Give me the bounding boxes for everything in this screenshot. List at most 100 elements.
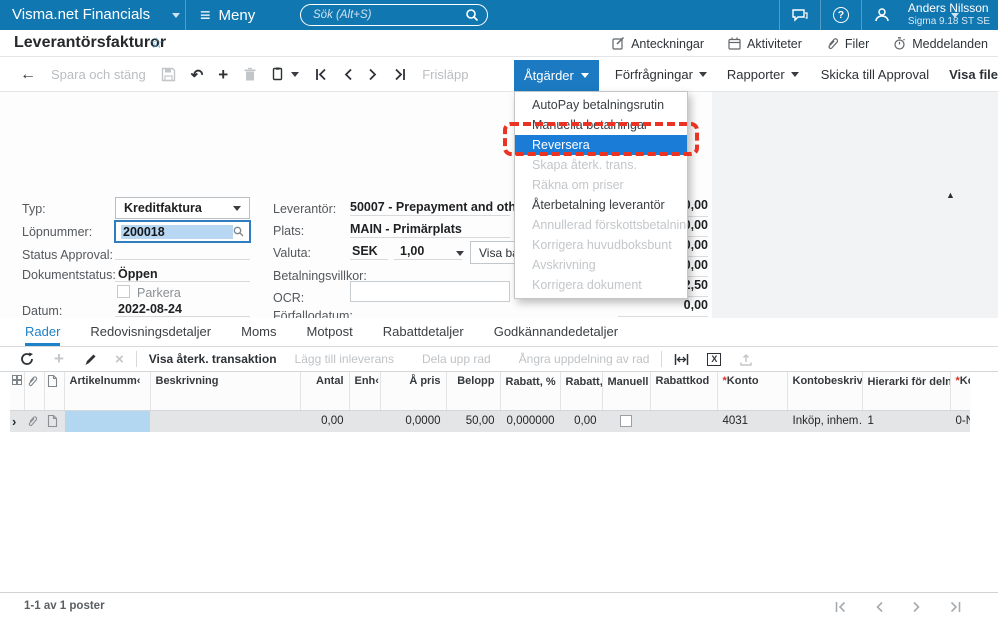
tab-rader[interactable]: Rader bbox=[25, 318, 60, 346]
page-last-icon[interactable] bbox=[949, 601, 962, 613]
collapse-chevron-icon[interactable]: ▲ bbox=[946, 190, 955, 200]
release-button[interactable]: Frisläpp bbox=[422, 67, 468, 82]
cell-artikelnummer[interactable] bbox=[64, 410, 150, 432]
menu-item-rakna-om-priser[interactable]: Räkna om priser bbox=[515, 175, 687, 195]
cell-manuell-rabatt[interactable] bbox=[602, 410, 650, 432]
user-chevron-down-icon[interactable] bbox=[951, 13, 959, 18]
lookup-magnifier-icon[interactable] bbox=[233, 226, 244, 237]
manuell-rabatt-checkbox[interactable] bbox=[620, 415, 632, 427]
go-next-icon[interactable] bbox=[368, 68, 378, 81]
col-ko-truncated[interactable]: *Ko bbox=[950, 372, 970, 410]
plats-field[interactable] bbox=[350, 220, 510, 238]
leverantor-field[interactable] bbox=[350, 198, 510, 216]
chat-icon[interactable] bbox=[780, 0, 820, 30]
cell-antal[interactable]: 0,00 bbox=[300, 410, 349, 432]
row-paperclip-icon[interactable] bbox=[24, 410, 44, 432]
menu-item-aterbetalning-leverantor[interactable]: Återbetalning leverantör bbox=[515, 195, 687, 215]
col-belopp[interactable]: Belopp bbox=[446, 372, 500, 410]
search-icon[interactable] bbox=[465, 8, 479, 22]
col-konto[interactable]: *Konto bbox=[717, 372, 787, 410]
global-search[interactable] bbox=[300, 4, 488, 26]
tab-motpost[interactable]: Motpost bbox=[307, 318, 353, 346]
help-icon[interactable]: ? bbox=[821, 0, 861, 30]
main-menu-button[interactable]: ≡ Meny bbox=[200, 0, 255, 30]
dela-upp-rad-button[interactable]: Dela upp rad bbox=[422, 352, 491, 366]
cell-hierarki[interactable]: 1 bbox=[862, 410, 950, 432]
add-icon[interactable]: + bbox=[218, 65, 228, 85]
fit-width-icon[interactable] bbox=[674, 353, 689, 366]
col-enhet[interactable]: Enh‹ bbox=[349, 372, 380, 410]
col-a-pris[interactable]: Å pris bbox=[380, 372, 446, 410]
filer-link[interactable]: Filer bbox=[826, 37, 869, 51]
col-rabatt-pct[interactable]: Rabatt, % bbox=[500, 372, 560, 410]
menu-item-autopay[interactable]: AutoPay betalningsrutin bbox=[515, 95, 687, 115]
atgarder-button[interactable]: Åtgärder bbox=[514, 60, 599, 91]
undo-icon[interactable]: ↶ bbox=[191, 66, 204, 84]
tab-rabattdetaljer[interactable]: Rabattdetaljer bbox=[383, 318, 464, 346]
go-prev-icon[interactable] bbox=[343, 68, 353, 81]
valuta-rate-caret-icon[interactable] bbox=[456, 251, 464, 256]
col-notes-doc-icon[interactable] bbox=[44, 372, 64, 410]
forfragningar-button[interactable]: Förfrågningar bbox=[615, 67, 707, 82]
col-manuell-rabatt[interactable]: Manuell rabatt bbox=[602, 372, 650, 410]
anteckningar-link[interactable]: Anteckningar bbox=[612, 37, 704, 51]
grid-delete-x-icon[interactable]: × bbox=[115, 351, 124, 368]
datum-field[interactable] bbox=[115, 300, 250, 317]
save-and-close-button[interactable]: Spara och stäng bbox=[51, 67, 146, 82]
user-icon[interactable] bbox=[862, 0, 902, 30]
col-kontobeskrivning[interactable]: Kontobeskriv bbox=[787, 372, 862, 410]
grid-add-icon[interactable]: + bbox=[54, 349, 64, 369]
app-chevron-down-icon[interactable] bbox=[172, 13, 180, 18]
menu-item-annullerad-forskottsbetalning[interactable]: Annullerad förskottsbetalning bbox=[515, 215, 687, 235]
search-input[interactable] bbox=[313, 9, 465, 21]
tab-redovisningsdetaljer[interactable]: Redovisningsdetaljer bbox=[90, 318, 211, 346]
cell-kontobeskrivning[interactable]: Inköp, inhem… bbox=[787, 410, 862, 432]
favorite-star-icon[interactable]: ☆ bbox=[150, 34, 163, 52]
angra-uppdelning-button[interactable]: Ångra uppdelning av rad bbox=[519, 352, 650, 366]
col-rabatt-belopp[interactable]: Rabatt, belopp bbox=[560, 372, 602, 410]
cell-konto[interactable]: 4031 bbox=[717, 410, 787, 432]
col-beskrivning[interactable]: Beskrivning bbox=[150, 372, 300, 410]
grid-data-row[interactable]: › 0,00 0,0000 50,00 0,000000 0,00 bbox=[10, 410, 970, 432]
back-arrow-icon[interactable]: ← bbox=[20, 66, 36, 84]
save-icon[interactable] bbox=[161, 67, 176, 82]
cell-rabatt-pct[interactable]: 0,000000 bbox=[500, 410, 560, 432]
menu-item-reversera[interactable]: Reversera bbox=[515, 135, 687, 155]
typ-select[interactable]: Kreditfaktura bbox=[115, 197, 250, 219]
menu-item-skapa-aterk-trans[interactable]: Skapa återk. trans. bbox=[515, 155, 687, 175]
parkera-checkbox[interactable] bbox=[117, 285, 130, 298]
menu-item-korrigera-dokument[interactable]: Korrigera dokument bbox=[515, 275, 687, 295]
tab-moms[interactable]: Moms bbox=[241, 318, 276, 346]
go-last-icon[interactable] bbox=[393, 68, 407, 81]
col-hierarki-for-delning[interactable]: Hierarki för delning bbox=[862, 372, 950, 410]
tab-godkannandedetaljer[interactable]: Godkännandedetaljer bbox=[494, 318, 618, 346]
col-artikelnummer[interactable]: Artikelnumm‹ bbox=[64, 372, 150, 410]
ocr-input[interactable] bbox=[350, 281, 510, 302]
visa-filer-button[interactable]: Visa filer bbox=[949, 67, 998, 82]
betalningsvillkor-field[interactable] bbox=[350, 264, 510, 282]
page-next-icon[interactable] bbox=[912, 601, 921, 613]
rapporter-button[interactable]: Rapporter bbox=[727, 67, 799, 82]
cell-rabattkod[interactable] bbox=[650, 410, 717, 432]
page-prev-icon[interactable] bbox=[875, 601, 884, 613]
cell-beskrivning[interactable] bbox=[150, 410, 300, 432]
valuta-code-field[interactable] bbox=[350, 242, 388, 260]
menu-item-manuella-betalningar[interactable]: Manuella betalningar bbox=[515, 115, 687, 135]
cell-a-pris[interactable]: 0,0000 bbox=[380, 410, 446, 432]
delete-icon[interactable] bbox=[243, 67, 257, 82]
grid-settings-icon[interactable] bbox=[10, 372, 24, 410]
export-excel-icon[interactable]: X bbox=[707, 353, 721, 366]
menu-item-korrigera-huvudboksbunt[interactable]: Korrigera huvudboksbunt bbox=[515, 235, 687, 255]
app-title[interactable]: Visma.net Financials bbox=[12, 0, 150, 30]
col-rabattkod[interactable]: Rabattkod bbox=[650, 372, 717, 410]
lopnummer-input[interactable]: 200018 bbox=[114, 220, 251, 243]
col-attachments-paperclip-icon[interactable] bbox=[24, 372, 44, 410]
skicka-till-approval-button[interactable]: Skicka till Approval bbox=[821, 67, 929, 82]
visa-aterk-transaktion-button[interactable]: Visa återk. transaktion bbox=[149, 352, 277, 366]
go-first-icon[interactable] bbox=[314, 68, 328, 81]
refresh-icon[interactable] bbox=[20, 352, 34, 366]
copy-paste-icon[interactable] bbox=[272, 67, 299, 82]
lagg-till-inleverans-button[interactable]: Lägg till inleverans bbox=[295, 352, 394, 366]
cell-rabatt-belopp[interactable]: 0,00 bbox=[560, 410, 602, 432]
valuta-rate-field[interactable] bbox=[394, 242, 462, 260]
